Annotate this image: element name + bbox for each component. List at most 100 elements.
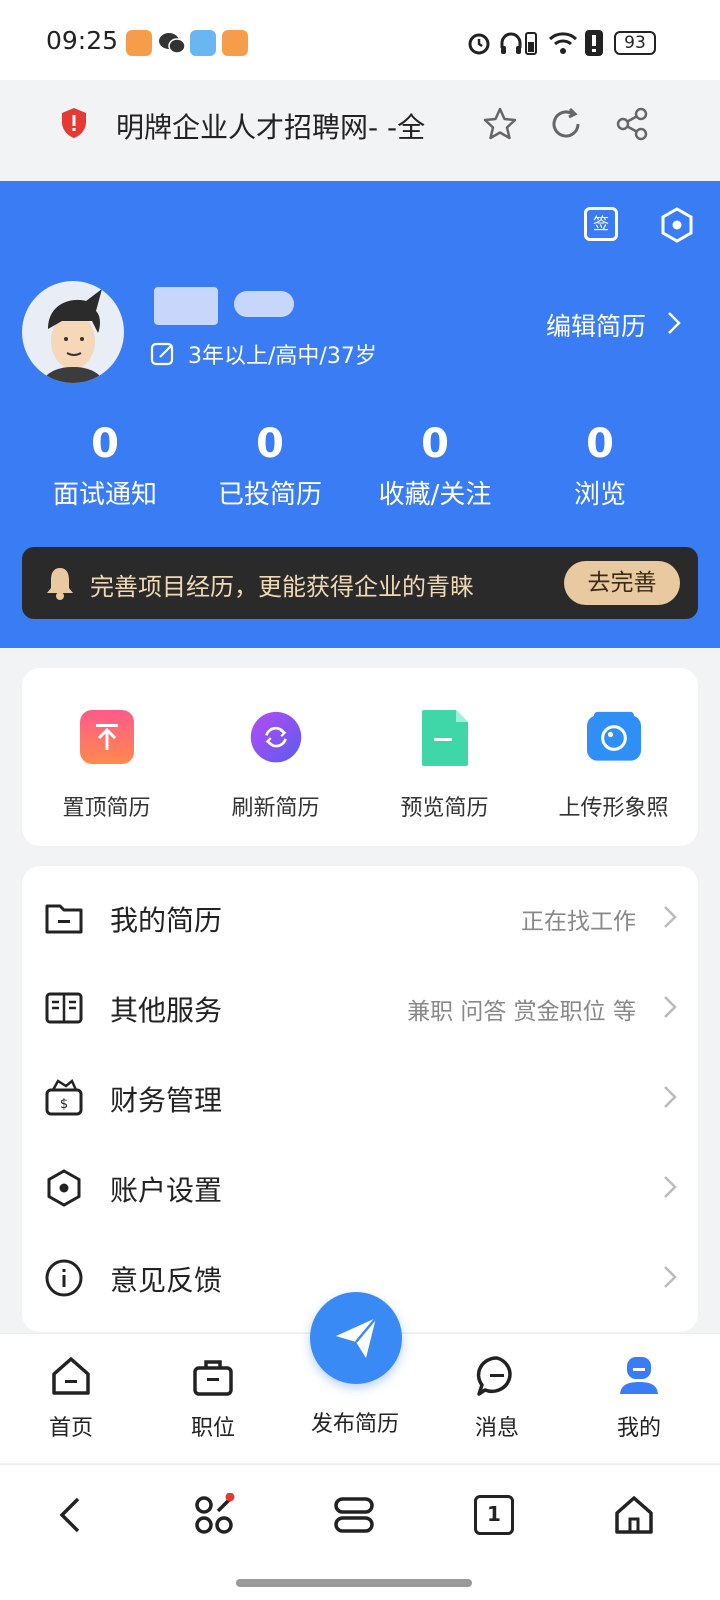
briefcase-icon <box>193 1360 233 1396</box>
stat-label: 浏览 <box>573 480 626 510</box>
stat-label: 面试通知 <box>52 480 157 510</box>
stat-value: 0 <box>421 421 449 467</box>
bell-icon <box>47 568 73 600</box>
device-battery-icon <box>525 32 537 55</box>
chevron-right-icon <box>664 1266 677 1288</box>
menu-item-finance[interactable]: $ 财务管理 <box>22 1052 698 1142</box>
post-resume-fab[interactable] <box>310 1292 402 1384</box>
menu-item-label: 其他服务 <box>110 994 223 1027</box>
tab-home[interactable]: 首页 <box>16 1354 126 1442</box>
document-icon <box>421 710 468 766</box>
menu-item-label: 我的简历 <box>110 904 223 937</box>
sign-in-icon-text: 签 <box>592 214 609 233</box>
tab-label: 我的 <box>616 1416 661 1441</box>
battery-indicator: 93 <box>614 31 656 55</box>
menu-item-account-settings[interactable]: 账户设置 <box>22 1142 698 1232</box>
blurred-completion-badge <box>234 291 294 317</box>
message-icon <box>476 1356 512 1396</box>
camera-icon <box>586 711 641 761</box>
chevron-right-icon <box>664 906 677 928</box>
quick-action-preview-resume[interactable]: 预览简历 <box>360 708 529 822</box>
menu-item-value: 正在找工作 <box>521 909 636 935</box>
info-icon <box>45 1259 83 1297</box>
browser-nav-bar: 1 <box>0 1464 720 1600</box>
bottom-tab-bar: 首页 职位 发布简历 消息 我的 <box>0 1292 720 1463</box>
app-notification-icon <box>126 30 152 56</box>
menu-item-value: 兼职 问答 赏金职位 等 <box>407 999 636 1025</box>
tab-messages[interactable]: 消息 <box>442 1354 552 1442</box>
paper-plane-icon <box>336 1317 377 1358</box>
menu-item-label: 账户设置 <box>110 1174 223 1207</box>
tab-label: 首页 <box>48 1416 93 1441</box>
tab-label: 发布简历 <box>310 1412 399 1437</box>
chevron-right-icon <box>664 1086 677 1108</box>
stat-label: 已投简历 <box>217 480 322 510</box>
avatar-illustration <box>42 289 104 383</box>
pin-top-icon <box>79 710 134 764</box>
quick-action-upload-photo[interactable]: 上传形象照 <box>529 708 698 822</box>
completion-banner: 完善项目经历，更能获得企业的青睐 去完善 <box>22 547 698 619</box>
browser-address-bar[interactable]: 明牌企业人才招聘网- -全 <box>30 84 690 164</box>
star-icon[interactable] <box>482 106 518 142</box>
stat-label: 收藏/关注 <box>378 480 492 510</box>
banner-text: 完善项目经历，更能获得企业的青睐 <box>90 573 474 601</box>
wechat-icon <box>159 33 186 54</box>
profile-icon <box>620 1357 658 1394</box>
stat-value: 0 <box>256 421 284 467</box>
tab-label: 消息 <box>474 1416 519 1441</box>
quick-action-refresh-resume[interactable]: 刷新简历 <box>191 708 360 822</box>
quick-action-label: 上传形象照 <box>558 796 669 821</box>
edit-resume-link[interactable]: 编辑简历 <box>546 307 646 343</box>
tab-count: 1 <box>487 1502 501 1526</box>
back-icon[interactable] <box>54 1495 90 1535</box>
alert-icon <box>585 30 603 56</box>
tab-mine[interactable]: 我的 <box>584 1354 694 1442</box>
tab-label: 职位 <box>190 1416 235 1441</box>
avatar[interactable] <box>22 281 124 383</box>
headphones-icon <box>500 32 522 54</box>
book-icon <box>45 992 83 1024</box>
folder-icon <box>45 904 83 934</box>
share-icon[interactable] <box>614 106 650 142</box>
menu-item-label: 意见反馈 <box>110 1264 223 1297</box>
tab-jobs[interactable]: 职位 <box>158 1354 268 1442</box>
page-title[interactable]: 明牌企业人才招聘网- -全 <box>116 106 425 146</box>
settings-hex-icon <box>47 1169 81 1207</box>
menu-list: 我的简历 正在找工作 其他服务 兼职 问答 赏金职位 等 $ 财务管理 账户设置… <box>22 866 698 1332</box>
blurred-username <box>154 287 218 325</box>
status-bar: 09:25 93 <box>0 0 720 80</box>
quick-actions-card: 置顶简历 刷新简历 预览简历 上传形象照 <box>22 668 698 846</box>
app-notification-icon <box>222 30 248 56</box>
sign-in-button[interactable]: 签 <box>584 207 618 241</box>
chevron-right-icon[interactable] <box>666 310 682 336</box>
gesture-bar[interactable] <box>236 1579 472 1587</box>
wallet-icon: $ <box>45 1078 83 1116</box>
quick-action-label: 刷新简历 <box>231 796 320 821</box>
menu-item-my-resume[interactable]: 我的简历 正在找工作 <box>22 872 698 962</box>
reload-icon[interactable] <box>548 106 584 142</box>
security-shield-icon[interactable] <box>60 106 88 140</box>
quick-action-label: 预览简历 <box>400 796 489 821</box>
complete-profile-button[interactable]: 去完善 <box>564 561 680 605</box>
apps-icon[interactable] <box>192 1493 236 1537</box>
menu-item-label: 财务管理 <box>110 1084 223 1117</box>
stat-value: 0 <box>586 421 614 467</box>
menu-item-other-services[interactable]: 其他服务 兼职 问答 赏金职位 等 <box>22 962 698 1052</box>
profile-details: 3年以上/高中/37岁 <box>188 344 377 369</box>
quick-action-label: 置顶简历 <box>62 796 151 821</box>
wifi-icon <box>548 32 578 54</box>
svg-text:$: $ <box>60 1097 68 1112</box>
edit-icon <box>150 342 174 366</box>
refresh-icon <box>250 711 301 763</box>
alarm-icon <box>468 33 490 55</box>
status-time: 09:25 <box>46 26 119 55</box>
stat-value: 0 <box>91 421 119 467</box>
battery-level: 93 <box>624 33 646 53</box>
quick-action-pin-resume[interactable]: 置顶简历 <box>22 708 191 822</box>
tab-post-resume[interactable]: 发布简历 <box>300 1292 410 1438</box>
home-icon[interactable] <box>612 1493 656 1537</box>
settings-icon[interactable] <box>660 207 694 243</box>
menu-icon[interactable] <box>334 1495 374 1535</box>
chevron-right-icon <box>664 1176 677 1198</box>
tabs-button[interactable]: 1 <box>474 1495 514 1535</box>
